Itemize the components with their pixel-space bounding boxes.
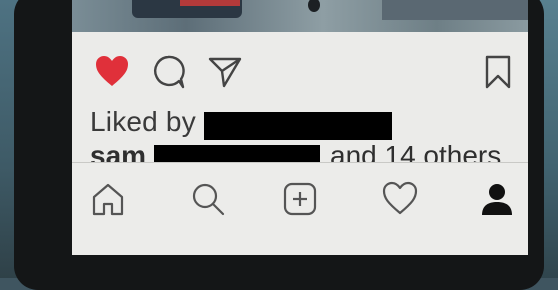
- home-icon[interactable]: [90, 181, 126, 222]
- photo-detail: [382, 0, 528, 20]
- comment-icon[interactable]: [150, 54, 186, 95]
- phone-body: Liked by sam and 14 others: [14, 0, 544, 290]
- photo-detail: [180, 0, 240, 6]
- post-action-bar: [72, 50, 528, 92]
- username[interactable]: sam: [90, 140, 146, 162]
- heart-filled-icon[interactable]: [94, 54, 130, 93]
- phone-bottom-edge: [0, 265, 558, 278]
- bookmark-icon[interactable]: [484, 54, 512, 95]
- profile-icon[interactable]: [480, 181, 514, 222]
- direct-share-icon[interactable]: [208, 55, 242, 94]
- liked-by-others[interactable]: and 14 others: [330, 140, 501, 162]
- phone-screen: Liked by sam and 14 others: [72, 0, 528, 255]
- bottom-tab-bar: [72, 162, 528, 255]
- photo-detail: [308, 0, 320, 12]
- post-photo[interactable]: [72, 0, 528, 32]
- redaction-bar: [204, 112, 392, 140]
- heart-outline-icon[interactable]: [382, 181, 418, 222]
- liked-by-label: Liked by: [90, 106, 196, 137]
- search-icon[interactable]: [190, 181, 226, 222]
- liked-by-username[interactable]: sam: [90, 140, 146, 162]
- add-post-icon[interactable]: [282, 181, 318, 222]
